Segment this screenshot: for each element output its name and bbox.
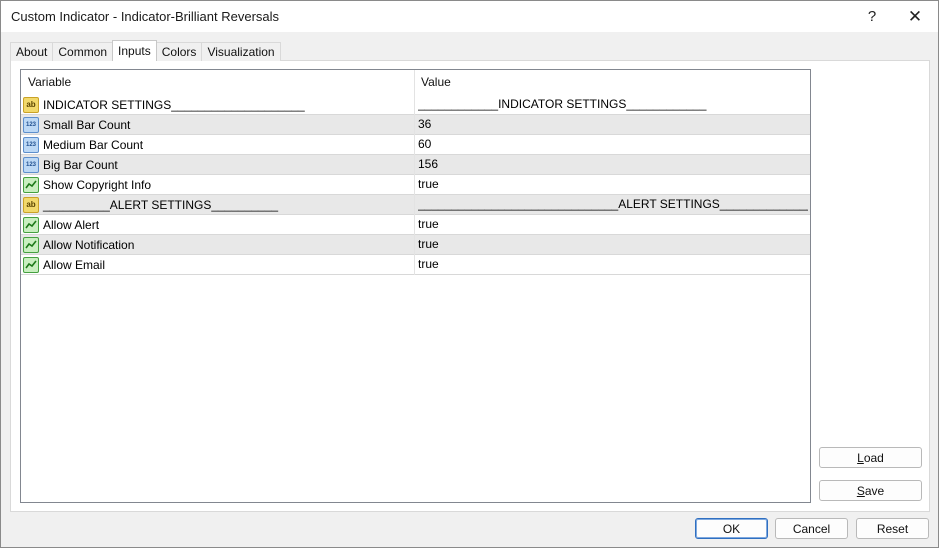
tab-common[interactable]: Common [52,42,114,61]
tab-inputs[interactable]: Inputs [112,40,157,61]
variable-name: Small Bar Count [43,117,131,132]
number-icon: 123 [23,116,39,133]
variable-cell: Show Copyright Info [21,175,414,194]
variable-name: Allow Email [43,257,106,272]
close-icon: ✕ [907,6,923,26]
value-cell[interactable]: 36 [418,115,808,134]
grid-header: Variable Value [21,70,810,94]
variable-cell: ab INDICATOR SETTINGS____________________ [21,95,414,114]
value-cell[interactable]: true [418,215,808,234]
table-row[interactable]: ab __________ALERT SETTINGS__________ ____… [21,195,810,215]
load-button-accel: L [857,450,864,465]
variable-name: Show Copyright Info [43,177,152,192]
save-button-accel: S [856,483,865,498]
variable-name: Allow Alert [43,217,100,232]
table-row[interactable]: 123 Medium Bar Count 60 [21,135,810,155]
value-cell[interactable]: true [418,175,808,194]
close-button[interactable]: ✕ [892,1,938,32]
string-icon: ab [23,196,39,213]
value-cell[interactable]: 156 [418,155,808,174]
table-row[interactable]: ab INDICATOR SETTINGS____________________… [21,95,810,115]
tab-colors[interactable]: Colors [155,42,203,61]
tab-strip: About Common Inputs Colors Visualization [10,40,281,61]
value-cell[interactable]: true [418,255,808,274]
reset-button[interactable]: Reset [856,518,929,539]
table-row[interactable]: 123 Big Bar Count 156 [21,155,810,175]
window-title: Custom Indicator - Indicator-Brilliant R… [11,9,280,24]
number-icon: 123 [23,136,39,153]
variable-name: Medium Bar Count [43,137,144,152]
variable-cell: 123 Small Bar Count [21,115,414,134]
grid-rows: ab INDICATOR SETTINGS____________________… [21,95,810,275]
variable-cell: Allow Notification [21,235,414,254]
variable-cell: 123 Big Bar Count [21,155,414,174]
table-row[interactable]: 123 Small Bar Count 36 [21,115,810,135]
cancel-button[interactable]: Cancel [775,518,848,539]
column-header-value[interactable]: Value [416,70,810,94]
variable-cell: 123 Medium Bar Count [21,135,414,154]
load-button-label: oad [863,450,884,465]
string-icon: ab [23,96,39,113]
table-row[interactable]: Show Copyright Info true [21,175,810,195]
variable-cell: Allow Email [21,255,414,274]
bool-icon [23,216,39,233]
value-cell[interactable]: true [418,235,808,254]
help-button[interactable]: ? [849,1,895,32]
bool-icon [23,236,39,253]
variable-cell: ab __________ALERT SETTINGS__________ [21,195,414,214]
value-cell[interactable]: ______________________________ALERT SETT… [418,195,808,214]
save-button-label: ave [864,483,885,498]
tab-visualization[interactable]: Visualization [201,42,281,61]
value-cell[interactable]: 60 [418,135,808,154]
table-row[interactable]: Allow Email true [21,255,810,275]
load-button[interactable]: Load [819,447,922,468]
tab-about[interactable]: About [10,42,54,61]
inputs-grid[interactable]: Variable Value ab INDICATOR SETTINGS_____… [20,69,811,503]
variable-name: Big Bar Count [43,157,118,172]
bool-icon [23,176,39,193]
variable-name: __________ALERT SETTINGS__________ [43,197,279,212]
variable-name: Allow Notification [43,237,135,252]
table-row[interactable]: Allow Notification true [21,235,810,255]
ok-button[interactable]: OK [695,518,768,539]
column-header-variable[interactable]: Variable [21,70,415,94]
table-row[interactable]: Allow Alert true [21,215,810,235]
save-button[interactable]: Save [819,480,922,501]
number-icon: 123 [23,156,39,173]
variable-name: INDICATOR SETTINGS____________________ [43,97,305,112]
bool-icon [23,256,39,273]
title-bar: Custom Indicator - Indicator-Brilliant R… [1,1,938,32]
column-separator[interactable] [414,70,415,275]
dialog-window: Custom Indicator - Indicator-Brilliant R… [0,0,939,548]
help-icon: ? [867,8,877,25]
value-cell[interactable]: ____________INDICATOR SETTINGS__________… [418,95,808,114]
variable-cell: Allow Alert [21,215,414,234]
